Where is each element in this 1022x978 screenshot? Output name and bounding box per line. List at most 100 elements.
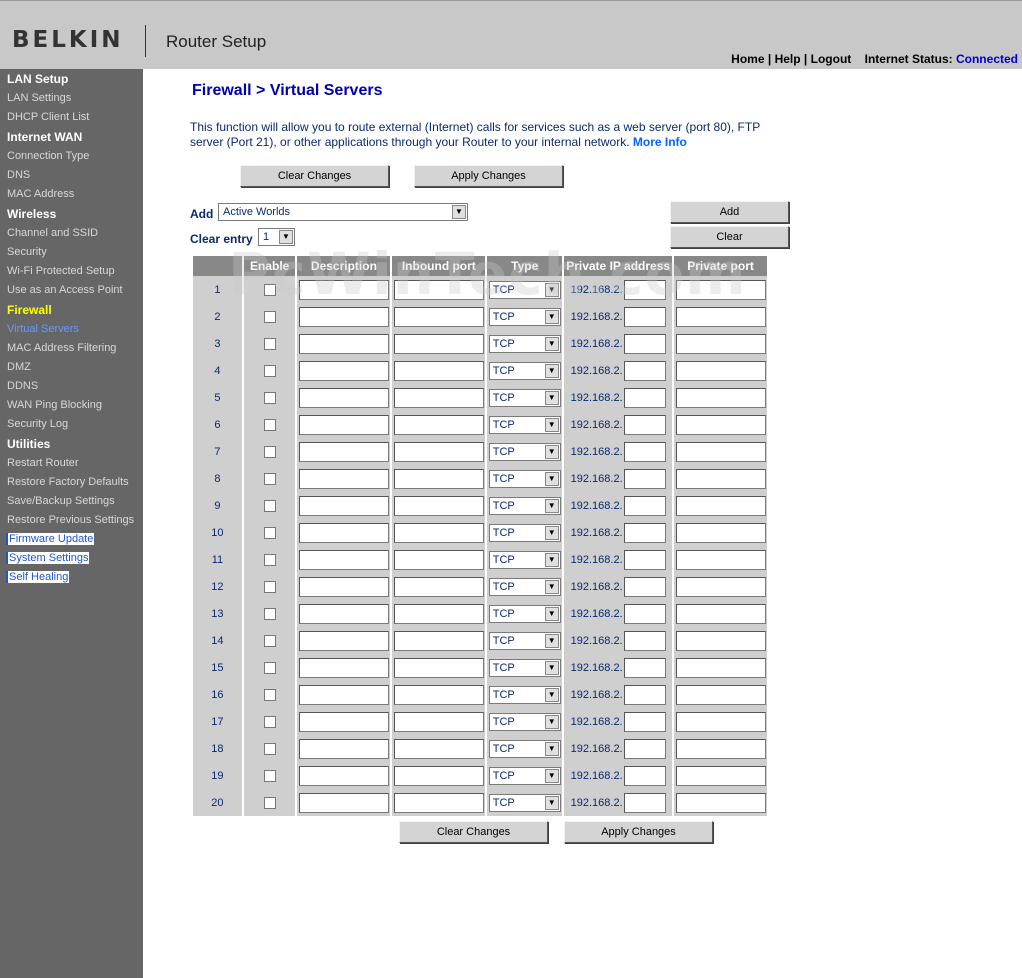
description-input[interactable] <box>298 576 389 597</box>
enable-checkbox[interactable] <box>263 499 276 512</box>
type-select[interactable]: TCP ▼ <box>488 658 561 677</box>
add-button[interactable]: Add <box>670 201 789 223</box>
private-ip-input[interactable] <box>623 441 666 462</box>
type-select[interactable]: TCP ▼ <box>488 739 561 758</box>
enable-checkbox[interactable] <box>263 580 276 593</box>
type-select[interactable]: TCP ▼ <box>488 307 561 326</box>
clear-changes-button-bottom[interactable]: Clear Changes <box>399 821 548 843</box>
description-input[interactable] <box>298 279 389 300</box>
home-link[interactable]: Home <box>731 52 764 66</box>
private-ip-input[interactable] <box>623 684 666 705</box>
type-select[interactable]: TCP ▼ <box>488 469 561 488</box>
nav-item-wifi-protected-setup[interactable]: Wi-Fi Protected Setup <box>7 265 115 277</box>
private-port-input[interactable] <box>675 684 766 705</box>
type-select[interactable]: TCP ▼ <box>488 523 561 542</box>
nav-item-channel-ssid[interactable]: Channel and SSID <box>7 227 98 239</box>
description-input[interactable] <box>298 333 389 354</box>
private-port-input[interactable] <box>675 765 766 786</box>
nav-item-dns[interactable]: DNS <box>7 169 30 181</box>
inbound-port-input[interactable] <box>393 576 484 597</box>
apply-changes-button-bottom[interactable]: Apply Changes <box>564 821 713 843</box>
private-port-input[interactable] <box>675 279 766 300</box>
inbound-port-input[interactable] <box>393 495 484 516</box>
type-select[interactable]: TCP ▼ <box>488 766 561 785</box>
description-input[interactable] <box>298 711 389 732</box>
apply-changes-button-top[interactable]: Apply Changes <box>414 165 563 187</box>
enable-checkbox[interactable] <box>263 715 276 728</box>
nav-item-restore-defaults[interactable]: Restore Factory Defaults <box>7 476 129 488</box>
enable-checkbox[interactable] <box>263 553 276 566</box>
nav-item-dmz[interactable]: DMZ <box>7 361 31 373</box>
private-ip-input[interactable] <box>623 657 666 678</box>
nav-item-wan-ping-blocking[interactable]: WAN Ping Blocking <box>7 399 102 411</box>
inbound-port-input[interactable] <box>393 711 484 732</box>
nav-item-restart-router[interactable]: Restart Router <box>7 457 79 469</box>
inbound-port-input[interactable] <box>393 657 484 678</box>
private-ip-input[interactable] <box>623 279 666 300</box>
inbound-port-input[interactable] <box>393 603 484 624</box>
enable-checkbox[interactable] <box>263 607 276 620</box>
inbound-port-input[interactable] <box>393 333 484 354</box>
nav-item-firmware-update[interactable]: Firmware Update <box>6 533 95 545</box>
type-select[interactable]: TCP ▼ <box>488 361 561 380</box>
description-input[interactable] <box>298 765 389 786</box>
inbound-port-input[interactable] <box>393 279 484 300</box>
type-select[interactable]: TCP ▼ <box>488 631 561 650</box>
inbound-port-input[interactable] <box>393 387 484 408</box>
private-ip-input[interactable] <box>623 576 666 597</box>
type-select[interactable]: TCP ▼ <box>488 334 561 353</box>
private-ip-input[interactable] <box>623 765 666 786</box>
description-input[interactable] <box>298 657 389 678</box>
private-port-input[interactable] <box>675 495 766 516</box>
nav-item-access-point[interactable]: Use as an Access Point <box>7 284 123 296</box>
inbound-port-input[interactable] <box>393 792 484 813</box>
inbound-port-input[interactable] <box>393 684 484 705</box>
inbound-port-input[interactable] <box>393 414 484 435</box>
description-input[interactable] <box>298 495 389 516</box>
private-ip-input[interactable] <box>623 738 666 759</box>
private-port-input[interactable] <box>675 603 766 624</box>
description-input[interactable] <box>298 738 389 759</box>
enable-checkbox[interactable] <box>263 526 276 539</box>
nav-item-security-log[interactable]: Security Log <box>7 418 68 430</box>
enable-checkbox[interactable] <box>263 310 276 323</box>
private-ip-input[interactable] <box>623 792 666 813</box>
private-port-input[interactable] <box>675 468 766 489</box>
nav-item-ddns[interactable]: DDNS <box>7 380 38 392</box>
private-port-input[interactable] <box>675 630 766 651</box>
description-input[interactable] <box>298 387 389 408</box>
type-select[interactable]: TCP ▼ <box>488 604 561 623</box>
inbound-port-input[interactable] <box>393 630 484 651</box>
private-ip-input[interactable] <box>623 306 666 327</box>
type-select[interactable]: TCP ▼ <box>488 793 561 812</box>
private-ip-input[interactable] <box>623 522 666 543</box>
private-ip-input[interactable] <box>623 603 666 624</box>
add-service-select[interactable]: Active Worlds ▼ <box>218 203 468 221</box>
enable-checkbox[interactable] <box>263 337 276 350</box>
private-port-input[interactable] <box>675 441 766 462</box>
clear-button[interactable]: Clear <box>670 226 789 248</box>
private-port-input[interactable] <box>675 306 766 327</box>
type-select[interactable]: TCP ▼ <box>488 280 561 299</box>
type-select[interactable]: TCP ▼ <box>488 712 561 731</box>
enable-checkbox[interactable] <box>263 391 276 404</box>
inbound-port-input[interactable] <box>393 549 484 570</box>
private-ip-input[interactable] <box>623 333 666 354</box>
logout-link[interactable]: Logout <box>811 52 852 66</box>
nav-item-virtual-servers[interactable]: Virtual Servers <box>7 323 79 335</box>
private-port-input[interactable] <box>675 549 766 570</box>
private-port-input[interactable] <box>675 738 766 759</box>
type-select[interactable]: TCP ▼ <box>488 442 561 461</box>
enable-checkbox[interactable] <box>263 688 276 701</box>
enable-checkbox[interactable] <box>263 661 276 674</box>
nav-item-connection-type[interactable]: Connection Type <box>7 150 89 162</box>
private-port-input[interactable] <box>675 522 766 543</box>
description-input[interactable] <box>298 306 389 327</box>
description-input[interactable] <box>298 792 389 813</box>
description-input[interactable] <box>298 522 389 543</box>
clear-changes-button-top[interactable]: Clear Changes <box>240 165 389 187</box>
description-input[interactable] <box>298 360 389 381</box>
private-ip-input[interactable] <box>623 468 666 489</box>
description-input[interactable] <box>298 549 389 570</box>
enable-checkbox[interactable] <box>263 769 276 782</box>
